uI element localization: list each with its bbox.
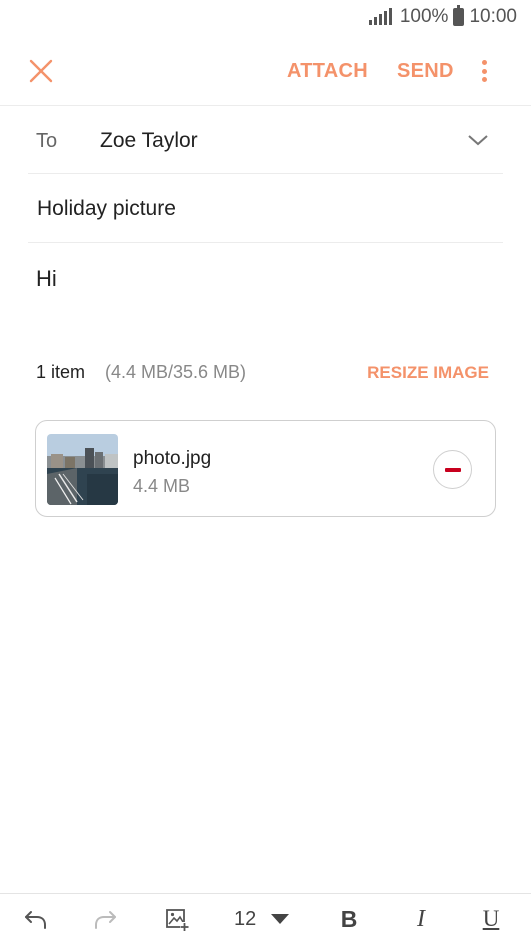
status-bar: 100% 10:00 — [0, 0, 531, 36]
message-body[interactable]: Hi — [36, 266, 57, 292]
redo-icon[interactable] — [91, 904, 121, 934]
status-indicators: 100% 10:00 — [368, 5, 517, 28]
attachment-count: 1 item — [36, 362, 86, 382]
remove-icon[interactable] — [433, 450, 472, 489]
font-size-select[interactable]: 12 — [234, 904, 298, 934]
font-size-value: 12 — [234, 907, 257, 930]
attachment-size-info: (4.4 MB/35.6 MB) — [105, 362, 247, 382]
send-button[interactable]: SEND — [397, 60, 454, 83]
resize-image-button[interactable]: RESIZE IMAGE — [367, 363, 489, 383]
attachment-file-name: photo.jpg — [133, 448, 212, 469]
underline-button[interactable]: U — [478, 904, 504, 934]
photo-thumbnail — [47, 434, 118, 505]
attach-button[interactable]: ATTACH — [287, 60, 368, 83]
subject-field[interactable]: Holiday picture — [28, 174, 503, 243]
attachment-item[interactable]: photo.jpg 4.4 MB — [35, 420, 496, 517]
status-time: 10:00 — [469, 6, 517, 27]
italic-button[interactable]: I — [408, 904, 434, 934]
to-label: To — [36, 130, 58, 152]
formatting-toolbar: 12 B I U — [0, 893, 531, 944]
subject-text: Holiday picture — [37, 197, 176, 220]
chevron-down-icon[interactable] — [467, 129, 489, 151]
more-vertical-icon[interactable] — [474, 56, 494, 86]
insert-image-icon[interactable] — [162, 904, 192, 934]
compose-toolbar: ATTACH SEND — [0, 36, 531, 106]
undo-icon[interactable] — [20, 904, 50, 934]
triangle-down-icon — [271, 914, 290, 924]
attachment-file-size: 4.4 MB — [133, 476, 191, 496]
recipient-field[interactable]: To Zoe Taylor — [28, 107, 503, 174]
bold-button[interactable]: B — [336, 904, 362, 934]
close-icon[interactable] — [26, 56, 56, 86]
battery-icon — [453, 5, 465, 26]
battery-percent: 100% — [399, 6, 449, 27]
signal-icon — [368, 8, 392, 25]
recipient-chip[interactable]: Zoe Taylor — [100, 129, 198, 153]
